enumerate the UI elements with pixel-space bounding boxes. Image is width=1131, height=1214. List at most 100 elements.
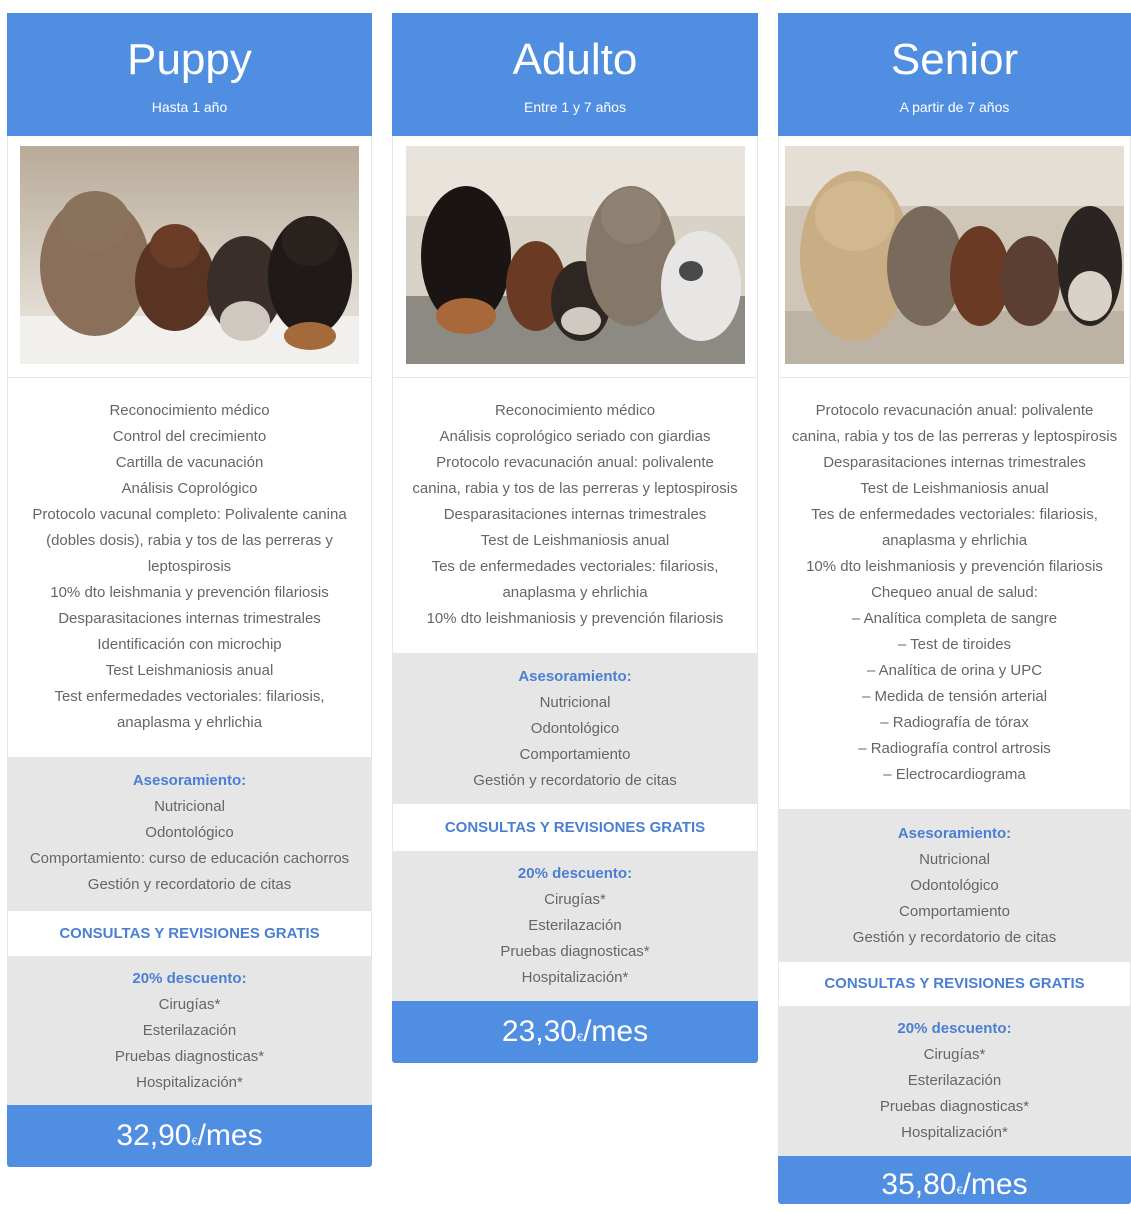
discount-section: 20% descuento: Cirugías* Esterilazación … bbox=[778, 1006, 1131, 1156]
feature-item: anaplasma y ehrlichia bbox=[881, 532, 1028, 549]
discount-heading: 20% descuento: bbox=[132, 970, 247, 987]
feature-item: Protocolo vacunal completo: Polivalente … bbox=[32, 506, 347, 523]
discount-item: Esterilazación bbox=[907, 1072, 1002, 1089]
feature-item: Análisis Coprológico bbox=[121, 480, 258, 497]
advice-item: Comportamiento bbox=[899, 903, 1010, 920]
feature-item: – Analítica de orina y UPC bbox=[866, 662, 1043, 679]
price-period: /mes bbox=[583, 1015, 649, 1048]
plan-title: Senior bbox=[890, 35, 1019, 84]
feature-item: 10% dto leishmania y prevención filarios… bbox=[50, 584, 329, 601]
feature-item: Desparasitaciones internas trimestrales bbox=[443, 506, 707, 523]
dogs-photo bbox=[785, 146, 1124, 364]
feature-item: Test de Leishmaniosis anual bbox=[480, 532, 670, 549]
feature-item: Desparasitaciones internas trimestrales bbox=[58, 610, 321, 627]
feature-item: (dobles dosis), rabia y tos de las perre… bbox=[46, 532, 333, 549]
plan-subtitle: Entre 1 y 7 años bbox=[524, 99, 626, 115]
plan-photo-frame bbox=[778, 136, 1131, 378]
discount-item: Hospitalización* bbox=[901, 1124, 1008, 1141]
feature-item: canina, rabia y tos de las perreras y le… bbox=[791, 428, 1118, 445]
free-consultations-label: CONSULTAS Y REVISIONES GRATIS bbox=[778, 962, 1131, 1006]
features-list: Protocolo revacunación anual: polivalent… bbox=[778, 378, 1131, 810]
price-period: /mes bbox=[962, 1168, 1028, 1201]
feature-item: – Electrocardiograma bbox=[883, 766, 1026, 783]
feature-item: Desparasitaciones internas trimestrales bbox=[823, 454, 1086, 471]
feature-item: leptospirosis bbox=[147, 558, 232, 575]
discount-heading: 20% descuento: bbox=[517, 865, 633, 882]
dogs-photo bbox=[405, 146, 745, 364]
feature-item: anaplasma y ehrlichia bbox=[116, 714, 263, 731]
feature-item: Protocolo revacunación anual: polivalent… bbox=[436, 454, 714, 471]
advice-section: Asesoramiento: Nutricional Odontológico … bbox=[392, 654, 758, 804]
discount-item: Esterilazación bbox=[528, 917, 622, 934]
advice-item: Odontológico bbox=[910, 877, 999, 894]
feature-item: Test enfermedades vectoriales: filariosi… bbox=[54, 688, 325, 705]
features-list: Reconocimiento médico Control del crecim… bbox=[7, 378, 372, 758]
price-amount: 23,30 bbox=[501, 1015, 577, 1048]
feature-item: Reconocimiento médico bbox=[494, 402, 656, 419]
feature-item: Tes de enfermedades vectoriales: filario… bbox=[811, 506, 1098, 523]
plan-subtitle: Hasta 1 año bbox=[151, 99, 228, 115]
advice-heading: Asesoramiento: bbox=[897, 825, 1012, 842]
discount-item: Esterilazación bbox=[142, 1022, 237, 1039]
discount-item: Cirugías* bbox=[923, 1046, 986, 1063]
price-amount: 32,90 bbox=[116, 1119, 192, 1152]
feature-item: 10% dto leishmaniosis y prevención filar… bbox=[806, 558, 1103, 575]
advice-section: Asesoramiento: Nutricional Odontológico … bbox=[778, 810, 1131, 962]
advice-item: Comportamiento: curso de educación cacho… bbox=[29, 850, 350, 867]
advice-item: Odontológico bbox=[145, 824, 234, 841]
price-amount: 35,80 bbox=[881, 1168, 957, 1201]
plan-card-adulto: Adulto Entre 1 y 7 años Reconocimiento m… bbox=[392, 13, 758, 1063]
discount-section: 20% descuento: Cirugías* Esterilazación … bbox=[7, 956, 372, 1105]
free-consultations-label: CONSULTAS Y REVISIONES GRATIS bbox=[7, 911, 372, 956]
feature-item: Reconocimiento médico bbox=[109, 402, 270, 419]
discount-section: 20% descuento: Cirugías* Esterilazación … bbox=[392, 851, 758, 1001]
price-bar[interactable]: 32,90€/mes bbox=[7, 1105, 372, 1167]
discount-item: Hospitalización* bbox=[136, 1074, 243, 1091]
discount-item: Cirugías* bbox=[158, 996, 221, 1013]
feature-item: – Radiografía control artrosis bbox=[858, 740, 1051, 757]
feature-item: Test de Leishmaniosis anual bbox=[860, 480, 1049, 497]
plan-title: Adulto bbox=[512, 35, 638, 84]
plan-subtitle: A partir de 7 años bbox=[899, 99, 1010, 115]
advice-item: Odontológico bbox=[530, 720, 620, 737]
advice-heading: Asesoramiento: bbox=[132, 772, 247, 789]
feature-item: Tes de enfermedades vectoriales: filario… bbox=[431, 558, 719, 575]
feature-item: Test Leishmaniosis anual bbox=[105, 662, 274, 679]
feature-item: canina, rabia y tos de las perreras y le… bbox=[412, 480, 738, 497]
feature-item: Control del crecimiento bbox=[112, 428, 267, 445]
advice-item: Gestión y recordatorio de citas bbox=[87, 876, 292, 893]
plan-header: Adulto Entre 1 y 7 años bbox=[392, 13, 758, 136]
advice-section: Asesoramiento: Nutricional Odontológico … bbox=[7, 758, 372, 911]
price-currency: € bbox=[191, 1136, 198, 1148]
price-bar[interactable]: 23,30€/mes bbox=[392, 1001, 758, 1063]
feature-item: Identificación con microchip bbox=[97, 636, 282, 653]
plan-photo-frame bbox=[392, 136, 758, 378]
feature-item: – Analítica completa de sangre bbox=[851, 610, 1058, 627]
discount-item: Pruebas diagnosticas* bbox=[879, 1098, 1030, 1115]
advice-item: Gestión y recordatorio de citas bbox=[852, 929, 1057, 946]
features-list: Reconocimiento médico Análisis coprológi… bbox=[392, 378, 758, 654]
feature-item: – Medida de tensión arterial bbox=[861, 688, 1048, 705]
price-currency: € bbox=[576, 1032, 584, 1044]
discount-item: Cirugías* bbox=[544, 891, 606, 908]
price-currency: € bbox=[956, 1185, 963, 1197]
feature-item: – Radiografía de tórax bbox=[880, 714, 1029, 731]
dogs-photo bbox=[20, 146, 359, 364]
plan-card-puppy: Puppy Hasta 1 año Reconocimiento médico … bbox=[7, 13, 372, 1167]
feature-item: Protocolo revacunación anual: polivalent… bbox=[815, 402, 1094, 419]
price-period: /mes bbox=[197, 1119, 263, 1152]
advice-item: Nutricional bbox=[154, 798, 225, 815]
plan-title: Puppy bbox=[127, 35, 252, 84]
feature-item: Cartilla de vacunación bbox=[115, 454, 264, 471]
feature-item: Chequeo anual de salud: bbox=[871, 584, 1038, 601]
advice-heading: Asesoramiento: bbox=[518, 668, 632, 685]
price-bar[interactable]: 35,80€/mes bbox=[778, 1156, 1131, 1204]
feature-item: anaplasma y ehrlichia bbox=[502, 584, 648, 601]
advice-item: Comportamiento bbox=[519, 746, 631, 763]
discount-item: Hospitalización* bbox=[521, 969, 629, 986]
feature-item: 10% dto leishmaniosis y prevención filar… bbox=[426, 610, 724, 627]
advice-item: Gestión y recordatorio de citas bbox=[473, 772, 677, 789]
discount-heading: 20% descuento: bbox=[897, 1020, 1012, 1037]
plan-card-senior: Senior A partir de 7 años Protocolo reva… bbox=[778, 13, 1131, 1204]
free-consultations-label: CONSULTAS Y REVISIONES GRATIS bbox=[392, 804, 758, 851]
